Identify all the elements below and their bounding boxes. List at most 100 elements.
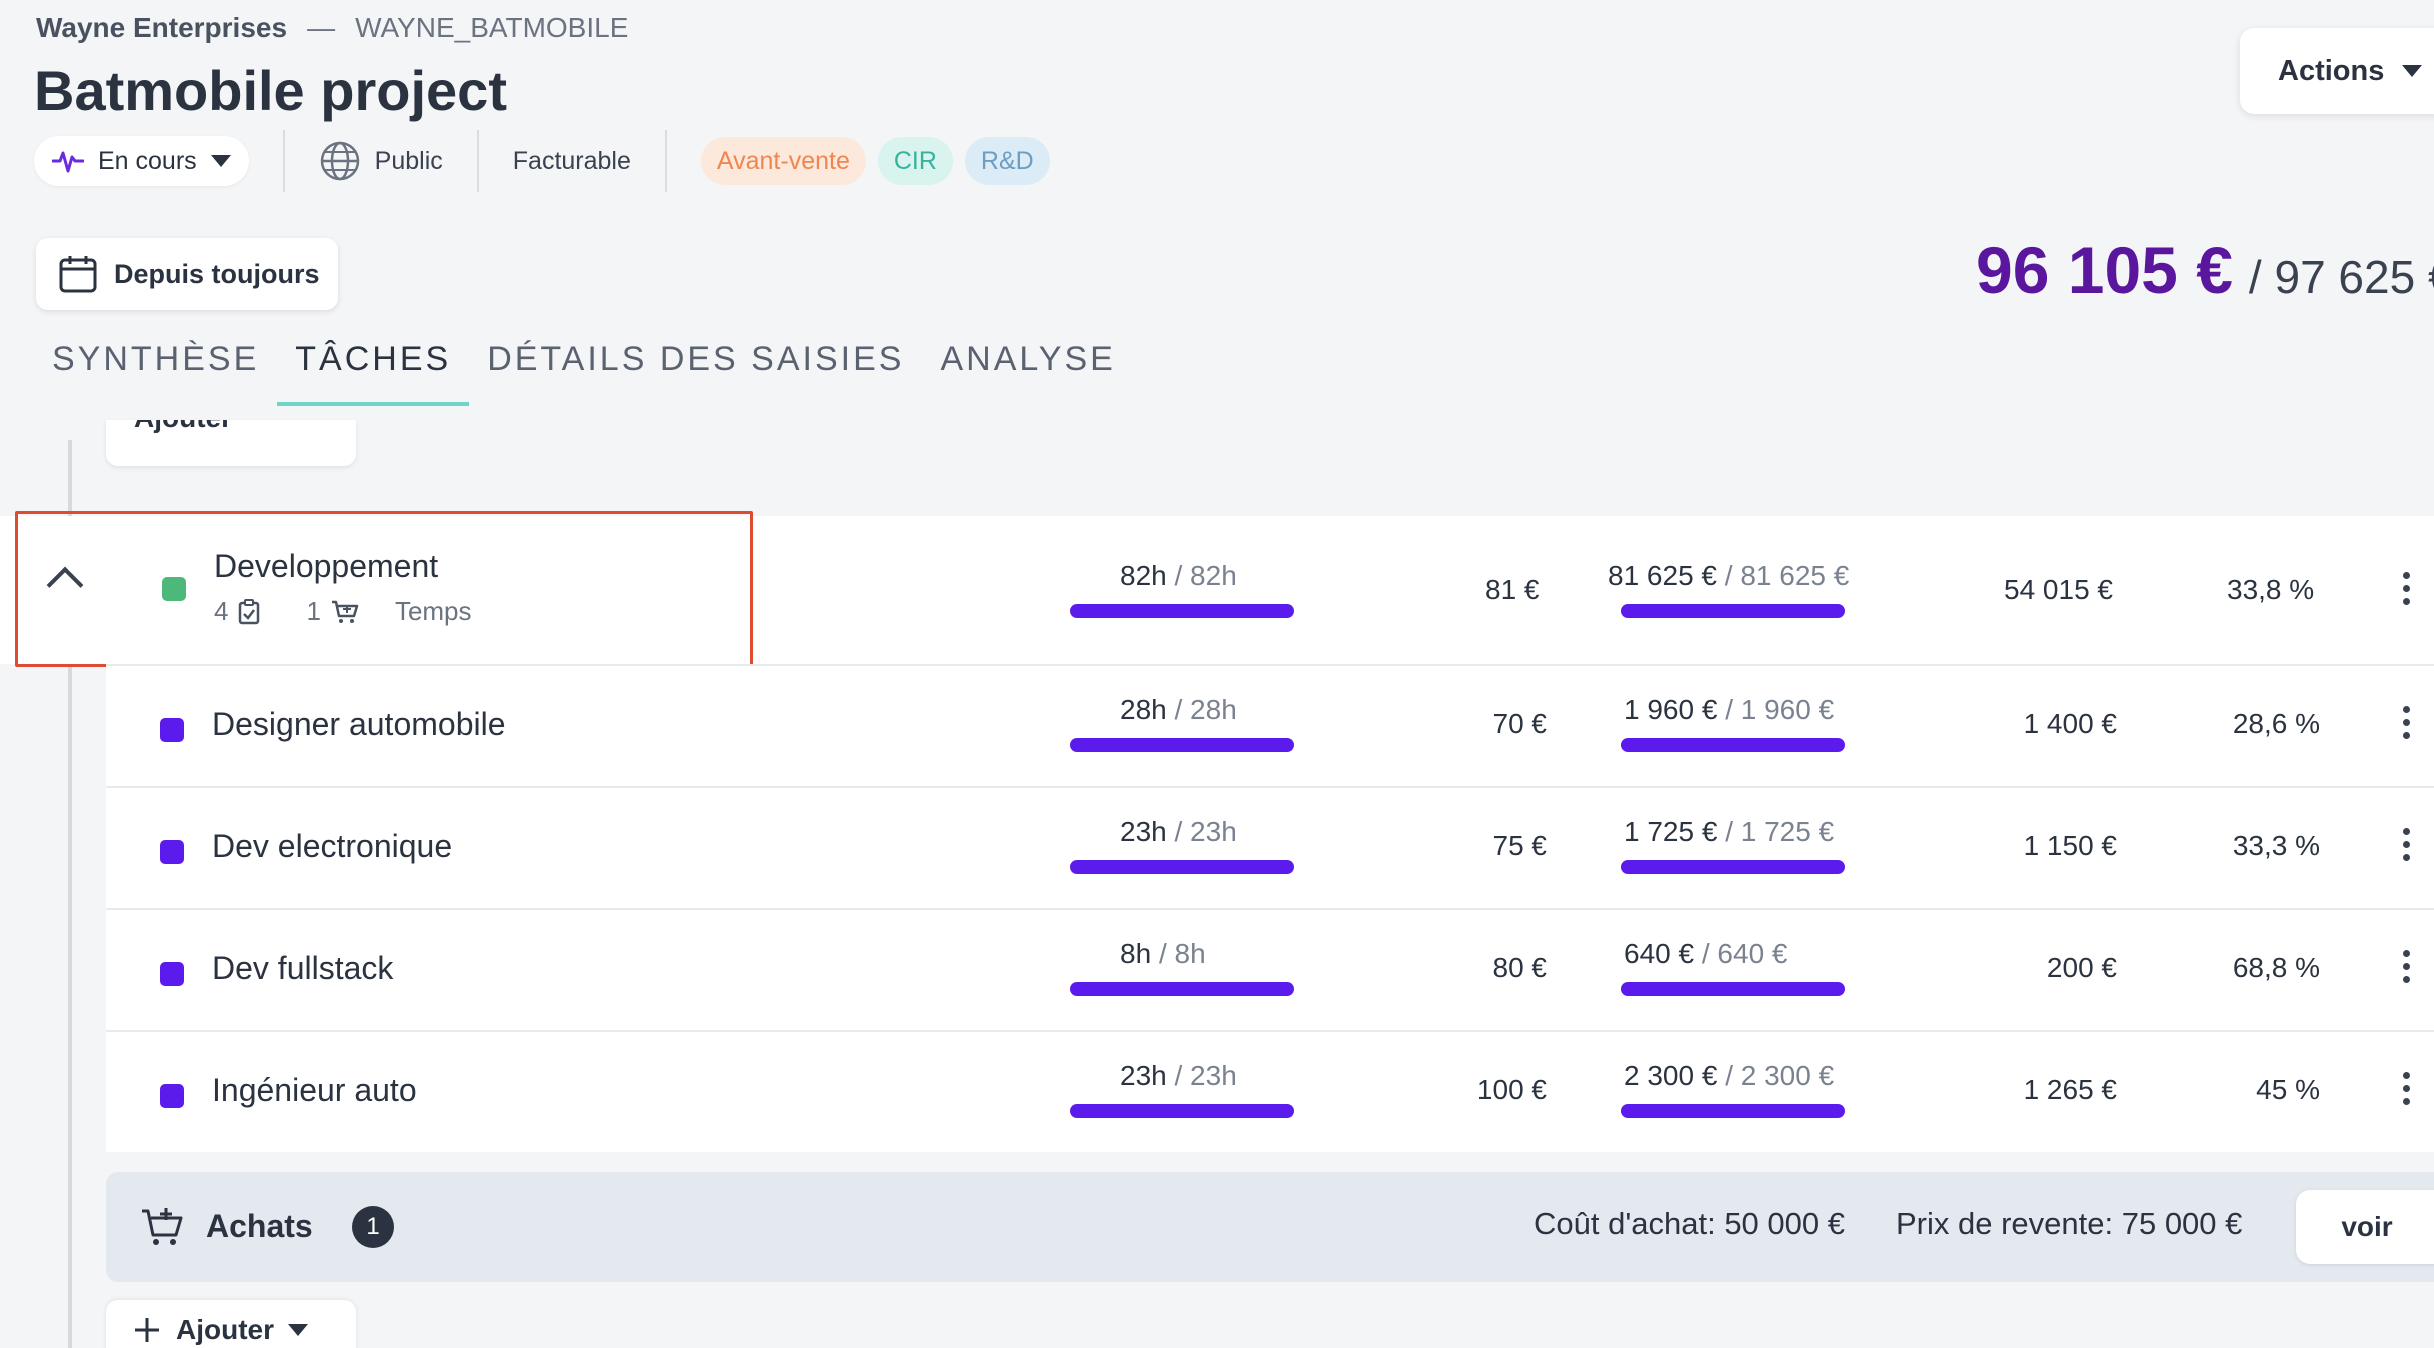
caret-down-icon [2402,65,2423,77]
group-margin-pct: 33,8 % [2227,574,2315,605]
actions-button[interactable]: Actions [2240,28,2434,114]
task-amount-bar [1621,860,1845,874]
task-amount: 1 960 € / 1 960 € [1624,694,1835,725]
breadcrumb-separator: — [307,12,336,43]
task-amount: 2 300 € / 2 300 € [1624,1060,1835,1091]
caret-down-icon [288,1324,308,1336]
purchase-cost: Coût d'achat: 50 000 € [1534,1206,1845,1241]
task-hours-bar [1070,982,1294,996]
billing-label: Facturable [512,146,631,175]
tag-avant-vente: Avant-vente [700,137,866,185]
tag-rd: R&D [964,137,1050,185]
add-label: Ajouter [176,1314,274,1345]
group-amount: 81 625 € / 81 625 € [1608,560,1850,591]
task-color-dot [160,962,184,986]
task-margin-pct: 33,3 % [2232,830,2320,861]
task-color-dot [160,1084,184,1108]
group-name[interactable]: Developpement [214,548,438,585]
plus-icon [135,1318,159,1342]
page-title: Batmobile project [34,59,507,122]
task-more-icon[interactable] [2403,706,2411,745]
breadcrumb-project-code: WAYNE_BATMOBILE [355,12,629,43]
purchases-label: Achats [206,1208,313,1244]
total-budget: / 97 625 € [2248,251,2434,303]
status-label: En cours [98,146,197,175]
view-purchases-button[interactable]: voir [2296,1190,2434,1264]
tab-synthese[interactable]: SYNTHÈSE [34,340,277,406]
task-rate: 75 € [1492,830,1548,861]
purchases-count-badge: 1 [352,1206,394,1248]
group-task-count: 4 [214,596,229,626]
divider [664,130,667,192]
task-color-dot [160,718,184,742]
cart-plus-icon [142,1208,183,1245]
task-hours: 8h / 8h [1120,938,1206,969]
task-margin: 1 150 € [2023,830,2117,861]
task-hours: 23h / 23h [1120,1060,1237,1091]
tab-analyse[interactable]: ANALYSE [922,340,1133,406]
task-rate: 80 € [1492,952,1548,983]
task-more-icon[interactable] [2403,828,2411,867]
date-filter-label: Depuis toujours [114,258,320,289]
task-name[interactable]: Dev fullstack [212,950,393,987]
group-color-dot [162,577,186,601]
task-margin-pct: 45 % [2256,1074,2320,1105]
task-hours-bar [1070,860,1294,874]
cart-icon [331,600,359,623]
add-button-bottom[interactable]: Ajouter [106,1300,356,1348]
group-amount-bar [1621,604,1845,618]
task-amount-bar [1621,738,1845,752]
group-subinfo: 4 1 Temps [214,596,472,627]
tab-bar: SYNTHÈSE TÂCHES DÉTAILS DES SAISIES ANAL… [34,340,1134,406]
activity-icon [52,151,84,173]
task-rate: 70 € [1492,708,1548,739]
add-button-top[interactable]: Ajouter [106,420,356,466]
group-hours-bar [1070,604,1294,618]
group-highlight-box [15,511,753,667]
group-purchase-count: 1 [306,596,321,626]
status-dropdown[interactable]: En cours [34,136,249,186]
resale-price: Prix de revente: 75 000 € [1896,1206,2243,1241]
tab-details-saisies[interactable]: DÉTAILS DES SAISIES [469,340,922,406]
clipboard-check-icon [239,598,260,624]
group-hours: 82h / 82h [1120,560,1237,591]
task-rate: 100 € [1476,1074,1547,1105]
task-margin: 200 € [2046,952,2117,983]
divider [282,130,285,192]
calendar-icon [59,256,97,293]
task-more-icon[interactable] [2403,1072,2411,1111]
group-more-icon[interactable] [2403,572,2411,611]
visibility: Public [319,140,443,182]
task-amount-bar [1621,1104,1845,1118]
group-mode: Temps [394,596,472,626]
date-filter-button[interactable]: Depuis toujours [36,238,338,310]
task-amount-bar [1621,982,1845,996]
task-margin: 1 400 € [2023,708,2117,739]
task-margin-pct: 68,8 % [2232,952,2320,983]
task-margin-pct: 28,6 % [2232,708,2320,739]
visibility-label: Public [374,146,443,175]
task-margin: 1 265 € [2023,1074,2117,1105]
breadcrumb: Wayne Enterprises — WAYNE_BATMOBILE [36,12,628,44]
caret-down-icon [210,155,231,167]
task-more-icon[interactable] [2403,950,2411,989]
tag-cir: CIR [877,137,953,185]
task-hours-bar [1070,1104,1294,1118]
task-name[interactable]: Dev electronique [212,828,452,865]
project-meta-row: En cours Public Facturable Avant-vente C… [34,130,1062,192]
task-name[interactable]: Ingénieur auto [212,1072,417,1109]
task-hours: 28h / 28h [1120,694,1237,725]
add-label: Ajouter [134,420,356,434]
project-total: 96 105 € / 97 625 € [1976,232,2434,308]
total-consumed: 96 105 € [1976,233,2233,307]
task-name[interactable]: Designer automobile [212,706,506,743]
globe-icon [320,141,359,181]
task-hours-bar [1070,738,1294,752]
divider [476,130,479,192]
task-color-dot [160,840,184,864]
tab-taches[interactable]: TÂCHES [277,340,470,406]
group-rate: 81 € [1485,574,1540,605]
task-amount: 640 € / 640 € [1624,938,1788,969]
breadcrumb-company[interactable]: Wayne Enterprises [36,12,287,44]
task-hours: 23h / 23h [1120,816,1237,847]
